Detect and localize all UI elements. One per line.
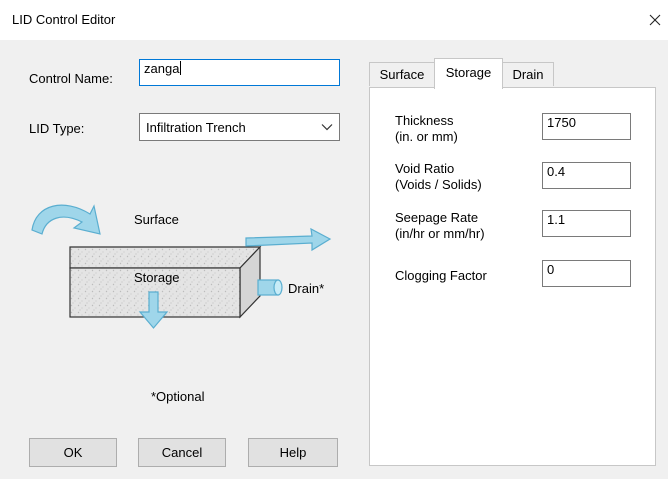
inflow-arrow-icon <box>31 204 101 235</box>
ok-button[interactable]: OK <box>29 438 117 467</box>
void-ratio-label: Void Ratio (Voids / Solids) <box>395 161 482 193</box>
chevron-down-icon <box>321 124 333 131</box>
control-name-label: Control Name: <box>29 71 113 86</box>
void-ratio-label-line1: Void Ratio <box>395 161 455 176</box>
diagram-storage-label: Storage <box>134 270 180 285</box>
tab-surface[interactable]: Surface <box>369 62 435 86</box>
optional-note: *Optional <box>151 389 205 404</box>
lid-diagram: Surface Storage Drain* <box>28 192 348 342</box>
lid-type-label: LID Type: <box>29 121 85 136</box>
storage-box-top <box>69 246 262 269</box>
void-ratio-input[interactable]: 0.4 <box>542 162 631 189</box>
control-name-value: zanga <box>144 61 180 76</box>
cancel-button[interactable]: Cancel <box>138 438 226 467</box>
void-ratio-label-line2: (Voids / Solids) <box>395 177 482 192</box>
tab-drain[interactable]: Drain <box>502 62 554 86</box>
close-button[interactable] <box>642 6 668 34</box>
clogging-factor-label: Clogging Factor <box>395 268 487 283</box>
seepage-rate-label-line2: (in/hr or mm/hr) <box>395 226 485 241</box>
diagram-drain-label: Drain* <box>288 281 325 296</box>
window-title: LID Control Editor <box>12 12 116 27</box>
title-bar: LID Control Editor <box>0 0 668 40</box>
text-caret <box>180 61 182 75</box>
storage-tab-panel: Thickness (in. or mm) 1750 Void Ratio (V… <box>369 87 656 466</box>
lid-diagram-graphic <box>31 204 332 329</box>
lid-type-selected-value: Infiltration Trench <box>146 119 246 135</box>
control-name-input[interactable]: zanga <box>139 59 340 86</box>
tab-storage[interactable]: Storage <box>434 58 503 89</box>
help-button[interactable]: Help <box>248 438 338 467</box>
seepage-rate-label-line1: Seepage Rate <box>395 210 479 225</box>
thickness-input[interactable]: 1750 <box>542 113 631 140</box>
seepage-rate-label: Seepage Rate (in/hr or mm/hr) <box>395 210 485 242</box>
seepage-rate-input[interactable]: 1.1 <box>542 210 631 237</box>
thickness-label-line2: (in. or mm) <box>395 129 458 144</box>
lid-type-select[interactable]: Infiltration Trench <box>139 113 340 141</box>
close-icon <box>649 14 661 26</box>
thickness-label: Thickness (in. or mm) <box>395 113 458 145</box>
clogging-factor-input[interactable]: 0 <box>542 260 631 287</box>
thickness-label-line1: Thickness <box>395 113 454 128</box>
diagram-surface-label: Surface <box>134 212 179 227</box>
